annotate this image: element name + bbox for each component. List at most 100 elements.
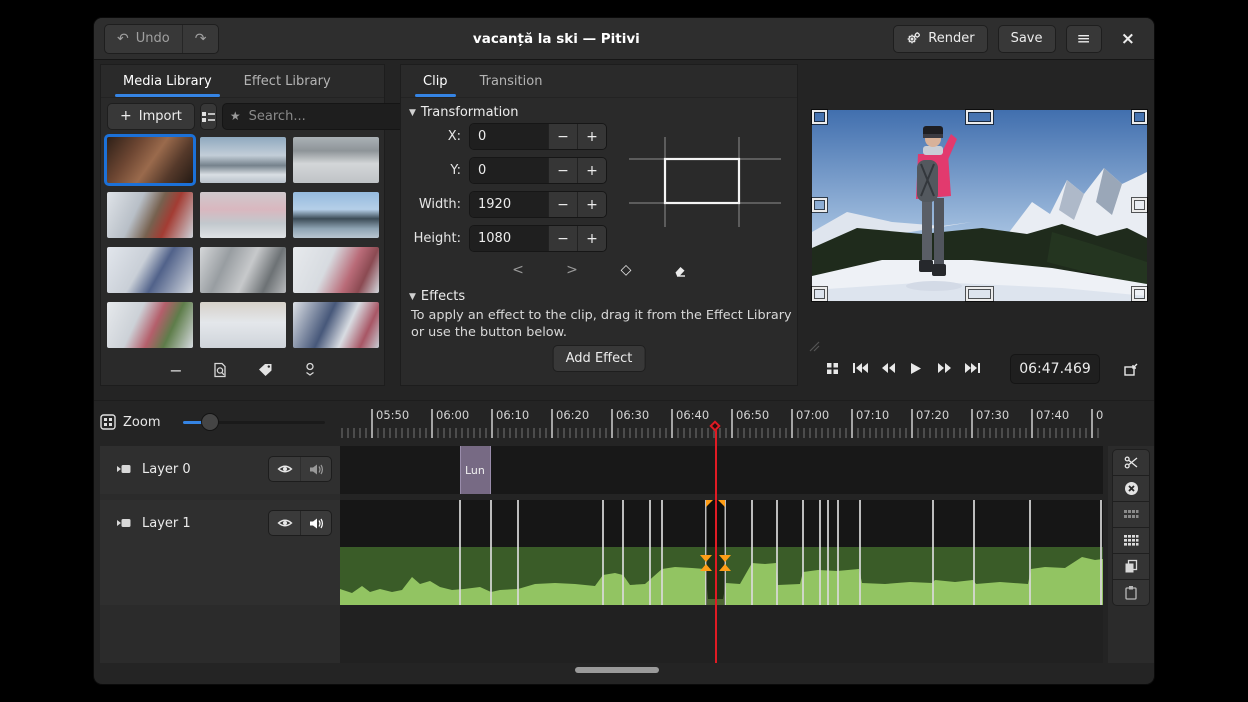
clip-boundary[interactable] xyxy=(1029,500,1031,605)
timeline-title-clip[interactable]: Lun xyxy=(460,446,491,494)
y-increment-button[interactable]: + xyxy=(577,158,606,183)
media-thumbnail[interactable] xyxy=(107,192,193,238)
x-decrement-button[interactable]: − xyxy=(548,124,577,149)
horizontal-scrollbar[interactable] xyxy=(575,667,659,673)
transform-handle-left[interactable] xyxy=(812,198,827,212)
tab-media-library[interactable]: Media Library xyxy=(109,65,226,97)
layer1-track[interactable] xyxy=(340,500,1103,605)
clip-boundary[interactable] xyxy=(802,500,804,605)
selection-handle-top-left[interactable] xyxy=(706,500,713,507)
zoom-slider[interactable] xyxy=(183,413,325,431)
add-effect-button[interactable]: Add Effect xyxy=(553,345,646,372)
transformation-expander[interactable]: ▼ Transformation xyxy=(409,105,518,120)
clip-boundary[interactable] xyxy=(517,500,519,605)
redo-button[interactable]: ↷ xyxy=(182,25,219,53)
layer1-header[interactable]: Layer 1 xyxy=(100,500,340,605)
clip-boundary[interactable] xyxy=(622,500,624,605)
clip-boundary[interactable] xyxy=(859,500,861,605)
x-value[interactable]: 0 xyxy=(470,124,548,149)
save-button[interactable]: Save xyxy=(998,25,1056,53)
menu-button[interactable]: ≡ xyxy=(1066,25,1102,53)
clip-boundary[interactable] xyxy=(661,500,663,605)
clip-boundary[interactable] xyxy=(459,500,461,605)
clip-boundary[interactable] xyxy=(973,500,975,605)
tab-clip[interactable]: Clip xyxy=(409,65,462,97)
height-value[interactable]: 1080 xyxy=(470,226,548,251)
media-thumbnail[interactable] xyxy=(107,247,193,293)
media-thumbnail[interactable] xyxy=(293,247,379,293)
clip-boundary[interactable] xyxy=(751,500,753,605)
width-increment-button[interactable]: + xyxy=(577,192,606,217)
viewer-video[interactable] xyxy=(812,110,1147,301)
layer0-visibility-toggle[interactable] xyxy=(269,457,300,481)
next-keyframe-button[interactable]: > xyxy=(558,259,586,281)
clip-boundary[interactable] xyxy=(490,500,492,605)
media-thumbnail[interactable] xyxy=(293,137,379,183)
media-thumbnail[interactable] xyxy=(200,192,286,238)
group-button[interactable] xyxy=(1112,527,1150,554)
selection-handle-top-right[interactable] xyxy=(718,500,725,507)
width-value[interactable]: 1920 xyxy=(470,192,548,217)
layer1-audio-toggle[interactable] xyxy=(300,511,331,535)
transform-handle-bottom-left[interactable] xyxy=(812,287,827,301)
timecode-entry[interactable]: 06:47.469 xyxy=(1010,354,1100,384)
transform-handle-bottom[interactable] xyxy=(966,287,993,301)
toggle-keyframe-button[interactable]: ◇ xyxy=(612,259,640,281)
tab-transition[interactable]: Transition xyxy=(466,65,557,97)
layer1-visibility-toggle[interactable] xyxy=(269,511,300,535)
keyframe-handle-left[interactable] xyxy=(700,555,712,571)
split-clip-button[interactable] xyxy=(1112,449,1150,476)
clip-boundary[interactable] xyxy=(819,500,821,605)
zoom-slider-knob[interactable] xyxy=(201,413,219,431)
clip-boundary[interactable] xyxy=(1100,500,1102,605)
tab-effect-library[interactable]: Effect Library xyxy=(230,65,345,97)
height-decrement-button[interactable]: − xyxy=(548,226,577,251)
transform-handle-top[interactable] xyxy=(966,110,993,124)
media-thumbnail[interactable] xyxy=(107,137,193,183)
media-thumbnail[interactable] xyxy=(293,302,379,348)
transform-handle-bottom-right[interactable] xyxy=(1132,287,1147,301)
search-input[interactable] xyxy=(247,108,421,125)
transform-handle-top-right[interactable] xyxy=(1132,110,1147,124)
paste-button[interactable] xyxy=(1112,579,1150,606)
media-thumbnail[interactable] xyxy=(200,137,286,183)
play-button[interactable] xyxy=(902,355,930,381)
clip-boundary[interactable] xyxy=(827,500,829,605)
layer0-audio-toggle[interactable] xyxy=(300,457,331,481)
delete-clip-button[interactable] xyxy=(1112,475,1150,502)
undo-button[interactable]: ↶ Undo xyxy=(105,25,182,53)
media-thumbnail[interactable] xyxy=(200,302,286,348)
x-increment-button[interactable]: + xyxy=(577,124,606,149)
clip-boundary[interactable] xyxy=(602,500,604,605)
import-button[interactable]: + Import xyxy=(107,103,195,130)
media-thumbnail[interactable] xyxy=(293,192,379,238)
skip-end-button[interactable] xyxy=(958,355,986,381)
keyframe-handle-right[interactable] xyxy=(719,555,731,571)
effects-expander[interactable]: ▼ Effects xyxy=(409,289,465,304)
fast-forward-button[interactable] xyxy=(930,355,958,381)
width-decrement-button[interactable]: − xyxy=(548,192,577,217)
clip-boundary[interactable] xyxy=(649,500,651,605)
copy-button[interactable] xyxy=(1112,553,1150,580)
viewer-layout-button[interactable] xyxy=(818,355,846,381)
transform-handle-top-left[interactable] xyxy=(812,110,827,124)
undock-viewer-button[interactable] xyxy=(1117,356,1145,382)
remove-clip-button[interactable]: − xyxy=(169,361,182,380)
reset-keyframes-button[interactable] xyxy=(666,259,694,281)
tag-icon[interactable] xyxy=(258,363,274,377)
layer0-header[interactable]: Layer 0 xyxy=(100,446,340,494)
resize-grip[interactable] xyxy=(808,340,820,352)
timeline-ruler[interactable]: 05:5006:0006:1006:2006:3006:4006:5007:00… xyxy=(340,405,1103,440)
transform-handle-right[interactable] xyxy=(1132,198,1147,212)
clip-boundary[interactable] xyxy=(776,500,778,605)
prev-keyframe-button[interactable]: < xyxy=(504,259,532,281)
skip-start-button[interactable] xyxy=(846,355,874,381)
media-thumbnail[interactable] xyxy=(107,302,193,348)
layer0-track[interactable]: Lun xyxy=(340,446,1103,494)
y-value[interactable]: 0 xyxy=(470,158,548,183)
clip-properties-icon[interactable] xyxy=(213,362,228,378)
insert-at-end-icon[interactable] xyxy=(304,362,316,378)
media-thumbnail[interactable] xyxy=(200,247,286,293)
list-view-toggle[interactable] xyxy=(200,103,217,130)
timeline-empty-area[interactable] xyxy=(340,605,1103,663)
